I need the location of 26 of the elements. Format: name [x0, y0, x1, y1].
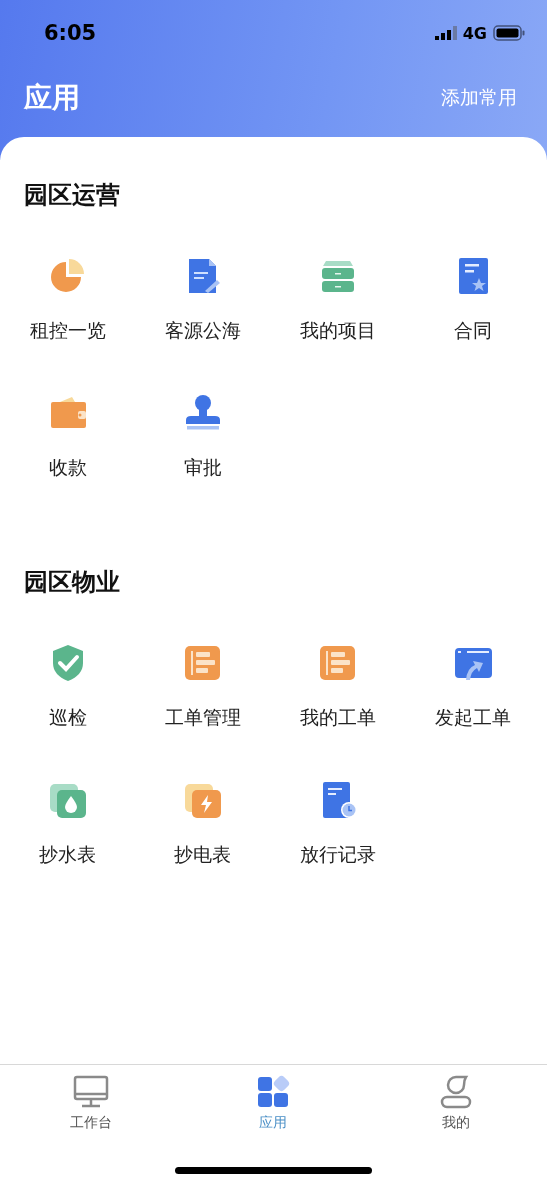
network-label: 4G [462, 23, 487, 43]
tab-item[interactable]: 工作台 [0, 1075, 183, 1131]
app-label[interactable]: 抄电表 [174, 842, 232, 866]
signal-icon [434, 26, 457, 40]
app-label[interactable]: 合同 [454, 318, 493, 342]
list-sheet-icon [182, 643, 223, 683]
page-title: 应用 [24, 80, 80, 116]
app-label[interactable]: 放行记录 [300, 842, 377, 866]
section-title: 园区运营 [24, 180, 121, 211]
app-label[interactable]: 工单管理 [164, 705, 241, 729]
tab-item[interactable]: 应用 [182, 1075, 365, 1131]
app-label[interactable]: 我的工单 [300, 705, 377, 729]
apps-grid-icon [255, 1075, 292, 1109]
monitor-icon [73, 1075, 110, 1109]
tab-item[interactable]: 我的 [364, 1075, 547, 1131]
app-label[interactable]: 租控一览 [29, 318, 106, 342]
battery-icon [493, 25, 525, 41]
app-label[interactable]: 收款 [48, 455, 87, 479]
app-label[interactable]: 巡检 [48, 705, 87, 729]
app-label[interactable]: 发起工单 [435, 705, 512, 729]
section-title: 园区物业 [24, 567, 121, 598]
app-label[interactable]: 客源公海 [164, 318, 241, 342]
app-label[interactable]: 我的项目 [300, 318, 377, 342]
status-time: 6:05 [44, 21, 97, 45]
app-label[interactable]: 审批 [183, 455, 222, 479]
app-label[interactable]: 抄水表 [39, 842, 97, 866]
